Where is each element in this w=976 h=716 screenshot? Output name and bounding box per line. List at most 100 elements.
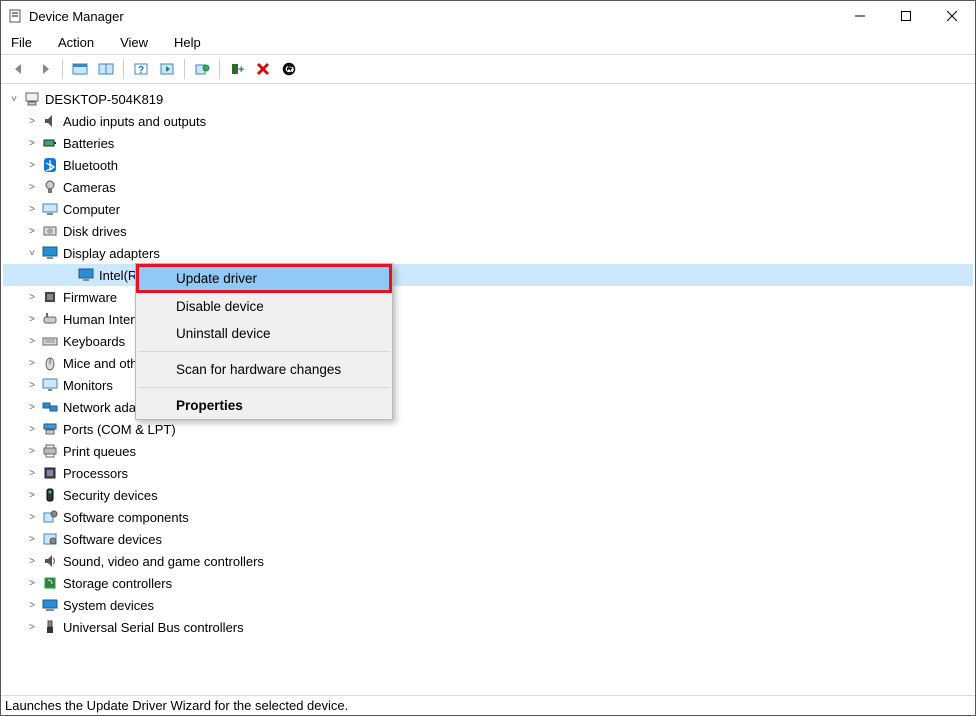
expander-icon[interactable]: > <box>25 182 39 193</box>
expander-icon[interactable]: > <box>25 292 39 303</box>
toolbar-separator <box>219 59 220 79</box>
menu-file[interactable]: File <box>7 33 36 52</box>
expander-icon[interactable]: > <box>25 578 39 589</box>
battery-icon <box>41 135 59 151</box>
expander-icon[interactable]: > <box>25 556 39 567</box>
tree-category[interactable]: > Sound, video and game controllers <box>3 550 973 572</box>
device-tree[interactable]: ˅ DESKTOP-504K819 > Audio inputs and output… <box>1 84 975 695</box>
tree-item-label: Storage controllers <box>63 576 172 591</box>
tree-category[interactable]: > Ports (COM & LPT) <box>3 418 973 440</box>
show-hidden-button[interactable] <box>68 58 92 80</box>
tree-item-label: Disk drives <box>63 224 127 239</box>
tree-item-label: Processors <box>63 466 128 481</box>
toolbar-separator <box>184 59 185 79</box>
context-menu: Update driverDisable deviceUninstall dev… <box>135 263 393 420</box>
expander-icon[interactable]: ˅ <box>7 94 21 105</box>
expander-icon[interactable]: > <box>25 204 39 215</box>
tree-category[interactable]: >Print queues <box>3 440 973 462</box>
uninstall-button[interactable] <box>251 58 275 80</box>
tree-item-label: Cameras <box>63 180 116 195</box>
monitor-icon <box>41 377 59 393</box>
context-menu-item[interactable]: Uninstall device <box>136 320 392 347</box>
softcomp-icon <box>41 509 59 525</box>
tree-category[interactable]: >Universal Serial Bus controllers <box>3 616 973 638</box>
tree-item-label: System devices <box>63 598 154 613</box>
forward-button[interactable] <box>33 58 57 80</box>
maximize-button[interactable] <box>883 1 929 31</box>
audio-icon <box>41 113 59 129</box>
tree-category[interactable]: > Software components <box>3 506 973 528</box>
menu-help[interactable]: Help <box>170 33 205 52</box>
expander-icon[interactable]: > <box>25 424 39 435</box>
expander-icon[interactable]: > <box>25 336 39 347</box>
hid-icon <box>41 311 59 327</box>
tree-item-label: Firmware <box>63 290 117 305</box>
expander-icon[interactable]: > <box>25 446 39 457</box>
tree-category[interactable]: >Computer <box>3 198 973 220</box>
statusbar: Launches the Update Driver Wizard for th… <box>1 695 975 715</box>
back-button[interactable] <box>7 58 31 80</box>
expander-icon[interactable]: > <box>25 138 39 149</box>
tree-category[interactable]: >Security devices <box>3 484 973 506</box>
expander-icon[interactable]: > <box>25 402 39 413</box>
disk-icon <box>41 223 59 239</box>
svg-text:?: ? <box>138 65 144 76</box>
expander-icon[interactable]: > <box>25 622 39 633</box>
menu-view[interactable]: View <box>116 33 152 52</box>
tree-category[interactable]: > Disk drives <box>3 220 973 242</box>
context-menu-item[interactable]: Properties <box>136 392 392 419</box>
context-menu-item[interactable]: Scan for hardware changes <box>136 356 392 383</box>
expander-icon[interactable]: > <box>25 314 39 325</box>
computer-icon <box>41 201 59 217</box>
tree-item-label: Audio inputs and outputs <box>63 114 206 129</box>
expander-icon[interactable]: > <box>25 358 39 369</box>
expander-icon[interactable]: > <box>25 534 39 545</box>
help-button[interactable]: ? <box>129 58 153 80</box>
expander-icon[interactable]: > <box>25 490 39 501</box>
expander-icon[interactable]: ˅ <box>25 248 39 259</box>
tree-category[interactable]: > Bluetooth <box>3 154 973 176</box>
tree-category[interactable]: > Batteries <box>3 132 973 154</box>
camera-icon <box>41 179 59 195</box>
security-icon <box>41 487 59 503</box>
expander-icon[interactable]: > <box>25 600 39 611</box>
expander-icon[interactable]: > <box>25 160 39 171</box>
softdev-icon <box>41 531 59 547</box>
tree-category[interactable]: ˅Display adapters <box>3 242 973 264</box>
expander-icon[interactable]: > <box>25 116 39 127</box>
tree-item-label: Ports (COM & LPT) <box>63 422 176 437</box>
tree-item-label: DESKTOP-504K819 <box>45 92 163 107</box>
menu-action[interactable]: Action <box>54 33 98 52</box>
scan-button[interactable] <box>155 58 179 80</box>
tree-item-label: Batteries <box>63 136 114 151</box>
tree-item-label: Bluetooth <box>63 158 118 173</box>
tree-category[interactable]: > Cameras <box>3 176 973 198</box>
svg-text:+: + <box>238 64 244 76</box>
tree-category[interactable]: > Audio inputs and outputs <box>3 110 973 132</box>
tree-item-label: Sound, video and game controllers <box>63 554 264 569</box>
tree-category[interactable]: > Processors <box>3 462 973 484</box>
expander-icon[interactable]: > <box>25 468 39 479</box>
tree-category[interactable]: > Storage controllers <box>3 572 973 594</box>
computer-root-icon <box>23 91 41 107</box>
context-menu-item[interactable]: Disable device <box>136 293 392 320</box>
system-icon <box>41 597 59 613</box>
add-legacy-button[interactable]: + <box>225 58 249 80</box>
expander-icon[interactable]: > <box>25 380 39 391</box>
mouse-icon <box>41 355 59 371</box>
details-button[interactable] <box>94 58 118 80</box>
tree-category[interactable]: >Software devices <box>3 528 973 550</box>
update-driver-button[interactable] <box>190 58 214 80</box>
tree-root[interactable]: ˅ DESKTOP-504K819 <box>3 88 973 110</box>
expander-icon[interactable]: > <box>25 512 39 523</box>
minimize-button[interactable] <box>837 1 883 31</box>
port-icon <box>41 421 59 437</box>
tree-category[interactable]: > System devices <box>3 594 973 616</box>
tree-item-label: Software components <box>63 510 189 525</box>
expander-icon[interactable]: > <box>25 226 39 237</box>
close-button[interactable] <box>929 1 975 31</box>
app-icon <box>7 8 23 24</box>
disable-button[interactable] <box>277 58 301 80</box>
context-menu-item[interactable]: Update driver <box>136 264 392 293</box>
firmware-icon <box>41 289 59 305</box>
